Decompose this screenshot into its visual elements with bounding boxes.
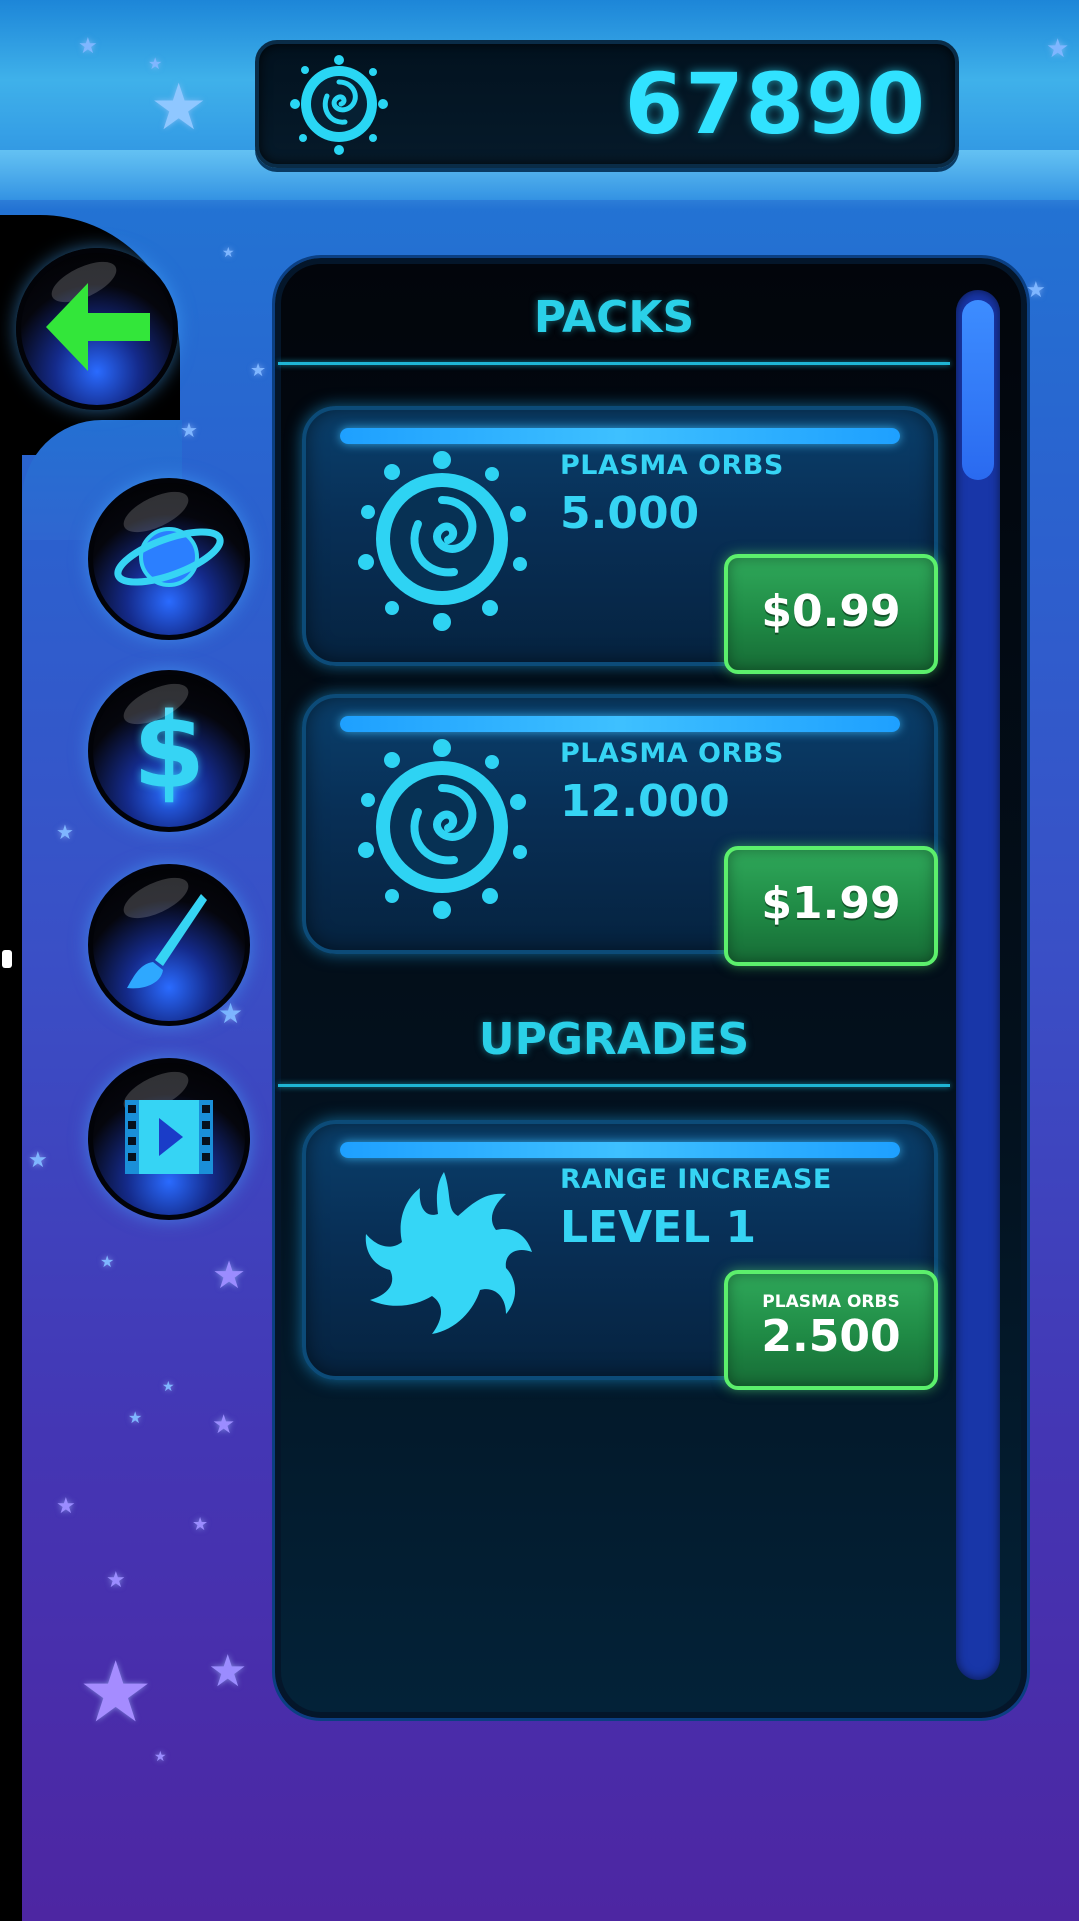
star-icon: ★ bbox=[222, 245, 235, 261]
star-icon: ★ bbox=[212, 1253, 247, 1297]
dollar-icon: $ bbox=[132, 690, 206, 812]
star-icon: ★ bbox=[100, 1252, 115, 1271]
star-icon: ★ bbox=[250, 360, 267, 381]
currency-balance: 67890 bbox=[624, 55, 927, 153]
star-icon: ★ bbox=[78, 1643, 154, 1741]
pack-label: PLASMA ORBS bbox=[560, 738, 784, 769]
packs-divider bbox=[278, 362, 950, 365]
star-icon: ★ bbox=[1026, 278, 1046, 303]
buy-upgrade-button[interactable]: PLASMA ORBS 2.500 bbox=[724, 1270, 938, 1390]
video-menu-button[interactable] bbox=[88, 1058, 250, 1220]
plasma-orb-icon bbox=[287, 52, 391, 156]
star-icon: ★ bbox=[106, 1568, 126, 1593]
star-icon: ★ bbox=[128, 1408, 143, 1427]
star-icon: ★ bbox=[212, 1410, 236, 1440]
star-icon: ★ bbox=[162, 1379, 175, 1395]
shop-menu-button[interactable]: $ bbox=[88, 670, 250, 832]
card-highlight bbox=[340, 1142, 900, 1158]
star-icon: ★ bbox=[148, 54, 163, 73]
star-icon: ★ bbox=[192, 1514, 209, 1535]
pack-price: $0.99 bbox=[761, 586, 901, 637]
scrollbar-track[interactable] bbox=[956, 290, 1000, 1680]
star-icon: ★ bbox=[56, 820, 74, 844]
upgrades-section-title: UPGRADES bbox=[478, 1014, 750, 1065]
star-icon: ★ bbox=[28, 1148, 48, 1173]
star-icon: ★ bbox=[56, 1494, 76, 1519]
plasma-orb-icon bbox=[352, 732, 532, 926]
video-icon bbox=[119, 1092, 219, 1186]
upgrade-card: RANGE INCREASE LEVEL 1 PLASMA ORBS 2.500 bbox=[302, 1120, 938, 1390]
star-icon: ★ bbox=[150, 71, 208, 145]
plasma-splash-icon bbox=[356, 1164, 536, 1348]
star-icon: ★ bbox=[180, 418, 198, 442]
pack-card: PLASMA ORBS 12.000 $1.99 bbox=[302, 694, 938, 966]
left-void-strip bbox=[0, 215, 22, 1921]
back-button[interactable] bbox=[16, 248, 178, 410]
pack-card: PLASMA ORBS 5.000 $0.99 bbox=[302, 406, 938, 674]
paintbrush-icon bbox=[119, 888, 219, 1002]
pack-amount: 12.000 bbox=[560, 776, 730, 827]
upgrade-level: LEVEL 1 bbox=[560, 1202, 757, 1253]
card-highlight bbox=[340, 428, 900, 444]
star-icon: ★ bbox=[154, 1749, 167, 1765]
buy-pack-button[interactable]: $0.99 bbox=[724, 554, 938, 674]
scrollbar-thumb[interactable] bbox=[962, 300, 994, 480]
packs-section-title: PACKS bbox=[533, 292, 695, 343]
back-arrow-icon bbox=[38, 277, 156, 381]
currency-counter: 67890 bbox=[255, 40, 959, 168]
star-icon: ★ bbox=[1046, 34, 1070, 64]
edge-mark bbox=[2, 950, 12, 968]
upgrades-divider bbox=[278, 1084, 950, 1087]
pack-label: PLASMA ORBS bbox=[560, 450, 784, 481]
pack-amount: 5.000 bbox=[560, 488, 700, 539]
plasma-orb-icon bbox=[352, 444, 532, 638]
customize-menu-button[interactable] bbox=[88, 864, 250, 1026]
card-highlight bbox=[340, 716, 900, 732]
upgrade-cost-label: PLASMA ORBS bbox=[762, 1292, 900, 1312]
star-icon: ★ bbox=[78, 34, 98, 59]
upgrade-label: RANGE INCREASE bbox=[560, 1164, 832, 1195]
planet-icon bbox=[109, 507, 229, 611]
upgrade-cost: 2.500 bbox=[761, 1311, 901, 1362]
star-icon: ★ bbox=[208, 1646, 248, 1697]
planet-menu-button[interactable] bbox=[88, 478, 250, 640]
buy-pack-button[interactable]: $1.99 bbox=[724, 846, 938, 966]
pack-price: $1.99 bbox=[761, 878, 901, 929]
